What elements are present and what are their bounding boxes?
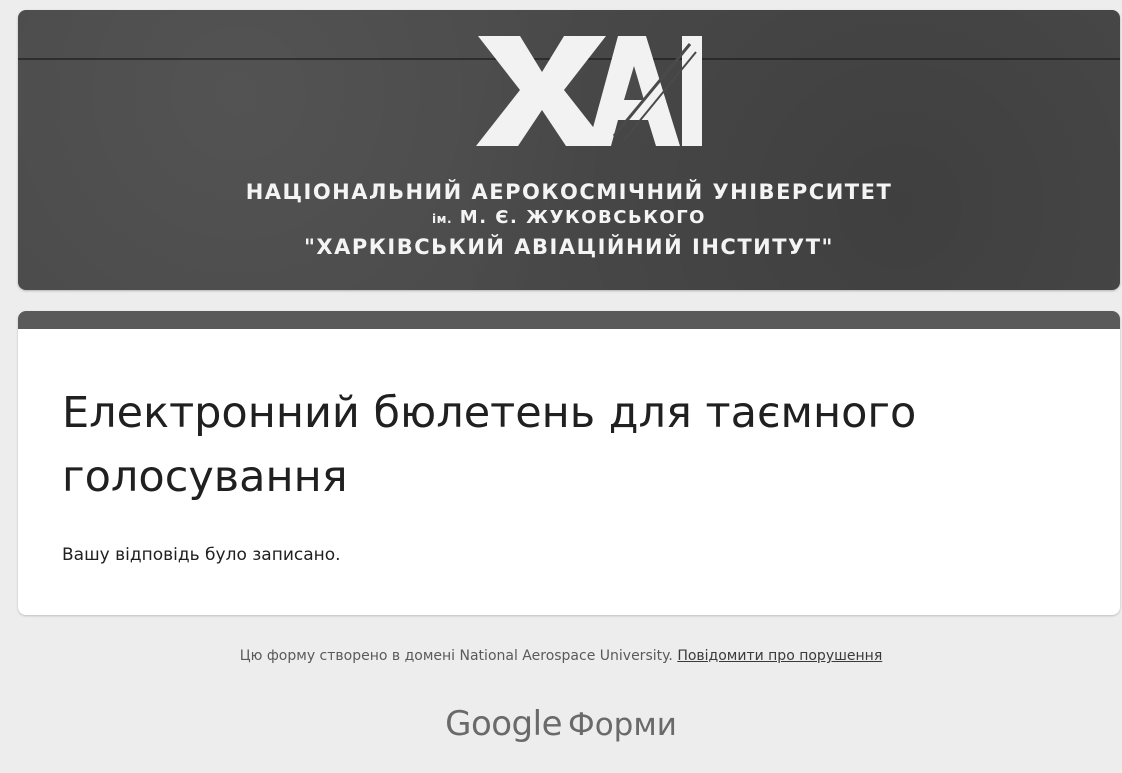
university-logo [476, 36, 702, 146]
university-line-1: НАЦІОНАЛЬНИЙ АЕРОКОСМІЧНИЙ УНІВЕРСИТЕТ [245, 180, 893, 204]
brand-forms-text: Форми [568, 707, 677, 743]
university-line-3: "ХАРКІВСЬКИЙ АВІАЦІЙНИЙ ІНСТИТУТ" [303, 235, 835, 259]
page: НАЦІОНАЛЬНИЙ АЕРОКОСМІЧНИЙ УНІВЕРСИТЕТ і… [0, 0, 1122, 773]
confirmation-message: Вашу відповідь було записано. [62, 545, 341, 565]
brand-google-text: Google [445, 704, 563, 744]
university-line-2: ім. М. Є. ЖУКОВСЬКОГО [18, 206, 1120, 231]
form-card: Електронний бюлетень для таємного голосу… [18, 311, 1120, 615]
university-line-2-name: М. Є. ЖУКОВСЬКОГО [459, 207, 706, 228]
footer-note: Цю форму створено в домені National Aero… [0, 648, 1122, 664]
google-forms-brand[interactable]: Google Форми [0, 704, 1122, 744]
university-name: НАЦІОНАЛЬНИЙ АЕРОКОСМІЧНИЙ УНІВЕРСИТЕТ і… [18, 178, 1120, 263]
card-accent-bar [18, 311, 1120, 329]
form-title: Електронний бюлетень для таємного голосу… [62, 388, 917, 502]
report-abuse-link[interactable]: Повідомити про порушення [677, 648, 882, 664]
university-line-2-prefix: ім. [432, 212, 452, 226]
footer-domain-text: Цю форму створено в домені National Aero… [239, 648, 673, 664]
header-banner: НАЦІОНАЛЬНИЙ АЕРОКОСМІЧНИЙ УНІВЕРСИТЕТ і… [18, 10, 1120, 290]
